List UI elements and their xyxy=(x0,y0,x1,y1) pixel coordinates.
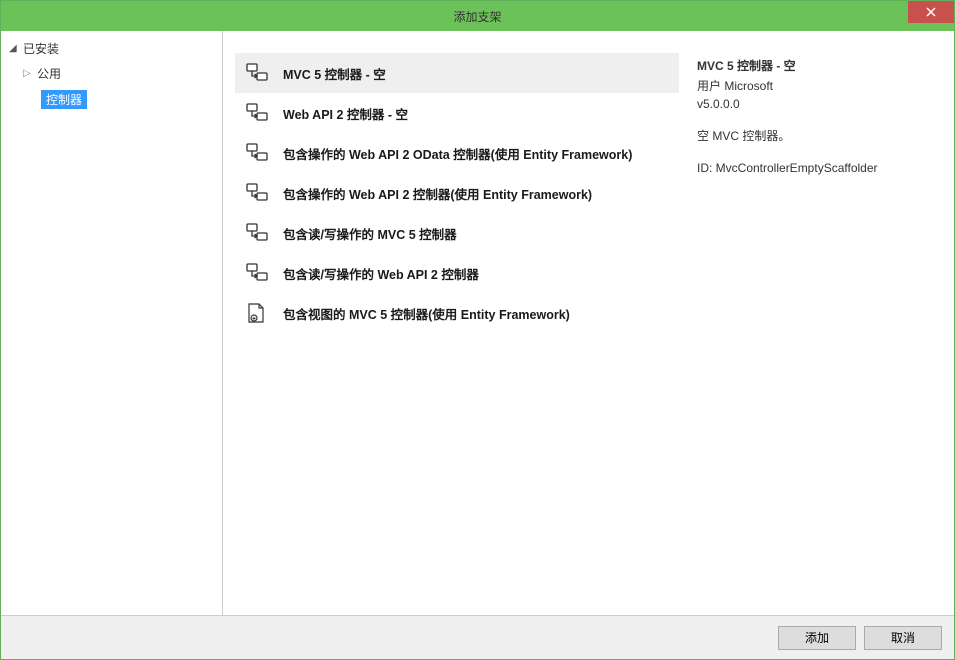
close-button[interactable] xyxy=(908,1,954,23)
controller-icon xyxy=(245,181,269,205)
scaffold-item[interactable]: 包含操作的 Web API 2 OData 控制器(使用 Entity Fram… xyxy=(235,133,679,173)
scaffold-item[interactable]: 包含读/写操作的 MVC 5 控制器 xyxy=(235,213,679,253)
scaffold-item[interactable]: MVC 5 控制器 - 空 xyxy=(235,53,679,93)
add-button[interactable]: 添加 xyxy=(778,626,856,650)
details-title: MVC 5 控制器 - 空 xyxy=(697,57,936,75)
cancel-button[interactable]: 取消 xyxy=(864,626,942,650)
window-title: 添加支架 xyxy=(453,8,501,25)
details-description: 空 MVC 控制器。 xyxy=(697,127,936,145)
scaffold-item-label: 包含读/写操作的 Web API 2 控制器 xyxy=(283,264,479,283)
controller-view-icon xyxy=(245,301,269,325)
dialog-body: ◢ 已安装 ▷ 公用 控制器 MVC 5 控制器 - 空 Web API 2 控制… xyxy=(1,31,954,659)
scaffold-item[interactable]: 包含操作的 Web API 2 控制器(使用 Entity Framework) xyxy=(235,173,679,213)
details-version: v5.0.0.0 xyxy=(697,95,936,113)
dialog-footer: 添加 取消 xyxy=(1,615,954,659)
tree-label-installed: 已安装 xyxy=(23,40,59,57)
scaffold-item-label: 包含操作的 Web API 2 控制器(使用 Entity Framework) xyxy=(283,184,592,203)
details-id: ID: MvcControllerEmptyScaffolder xyxy=(697,159,936,177)
controller-icon xyxy=(245,141,269,165)
scaffold-item-label: 包含视图的 MVC 5 控制器(使用 Entity Framework) xyxy=(283,304,570,323)
close-icon xyxy=(926,7,936,17)
dialog-window: 添加支架 ◢ 已安装 ▷ 公用 控制器 xyxy=(0,0,955,660)
details-panel: MVC 5 控制器 - 空 用户 Microsoft v5.0.0.0 空 MV… xyxy=(689,31,954,615)
chevron-down-icon: ◢ xyxy=(9,43,21,54)
scaffold-item[interactable]: Web API 2 控制器 - 空 xyxy=(235,93,679,133)
tree-item-controller[interactable]: 控制器 xyxy=(1,86,222,113)
scaffold-item-label: Web API 2 控制器 - 空 xyxy=(283,104,408,123)
scaffold-item[interactable]: 包含读/写操作的 Web API 2 控制器 xyxy=(235,253,679,293)
controller-icon xyxy=(245,261,269,285)
tree-item-installed[interactable]: ◢ 已安装 xyxy=(1,36,222,61)
tree-label-common: 公用 xyxy=(37,65,61,82)
controller-icon xyxy=(245,61,269,85)
sidebar: ◢ 已安装 ▷ 公用 控制器 xyxy=(1,31,223,615)
titlebar[interactable]: 添加支架 xyxy=(1,1,954,31)
tree-label-controller: 控制器 xyxy=(41,90,87,109)
controller-icon xyxy=(245,221,269,245)
scaffold-item[interactable]: 包含视图的 MVC 5 控制器(使用 Entity Framework) xyxy=(235,293,679,333)
scaffold-item-label: 包含操作的 Web API 2 OData 控制器(使用 Entity Fram… xyxy=(283,144,632,163)
scaffold-item-label: 包含读/写操作的 MVC 5 控制器 xyxy=(283,224,457,243)
scaffold-item-label: MVC 5 控制器 - 空 xyxy=(283,64,386,83)
details-author: 用户 Microsoft xyxy=(697,77,936,95)
controller-icon xyxy=(245,101,269,125)
scaffold-list: MVC 5 控制器 - 空 Web API 2 控制器 - 空包含操作的 Web … xyxy=(223,31,689,615)
main-area: ◢ 已安装 ▷ 公用 控制器 MVC 5 控制器 - 空 Web API 2 控制… xyxy=(1,31,954,615)
chevron-right-icon: ▷ xyxy=(23,68,35,79)
content-area: MVC 5 控制器 - 空 Web API 2 控制器 - 空包含操作的 Web … xyxy=(223,31,954,615)
tree-item-common[interactable]: ▷ 公用 xyxy=(1,61,222,86)
